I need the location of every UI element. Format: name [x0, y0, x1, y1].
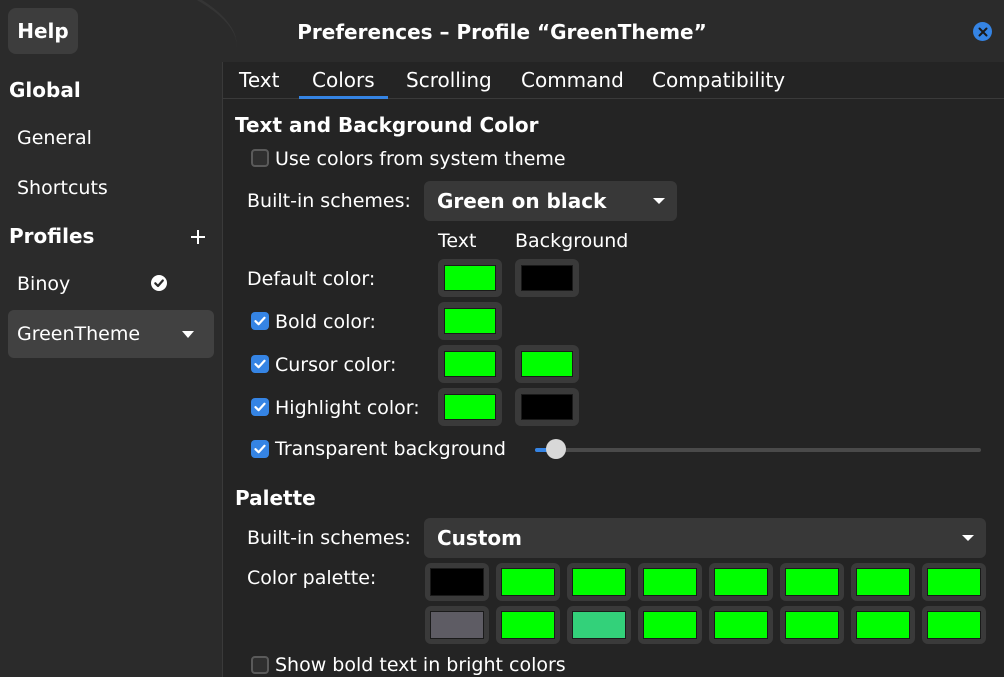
palette-color-fill	[643, 568, 697, 596]
use-system-colors-checkbox[interactable]	[251, 149, 269, 167]
palette-color-fill	[430, 568, 484, 596]
close-icon	[978, 27, 987, 36]
add-profile-button[interactable]	[188, 227, 208, 247]
default-background-color-button[interactable]	[515, 259, 579, 297]
bold-color-label: Bold color:	[275, 311, 376, 333]
palette-color-button[interactable]	[780, 606, 844, 644]
cursor-color-label: Cursor color:	[275, 354, 397, 376]
checkmark-icon	[254, 402, 266, 412]
palette-color-fill	[785, 568, 839, 596]
default-check-icon	[150, 274, 168, 292]
palette-color-fill	[927, 611, 981, 639]
tab-command[interactable]: Command	[521, 68, 624, 98]
palette-builtin-schemes-dropdown[interactable]: Custom	[424, 518, 986, 558]
builtin-schemes-label: Built-in schemes:	[247, 190, 411, 212]
highlight-background-color-button[interactable]	[515, 388, 579, 426]
bold-color-checkbox[interactable]	[251, 312, 269, 330]
palette-color-button[interactable]	[851, 606, 915, 644]
tab-text[interactable]: Text	[239, 68, 279, 98]
palette-builtin-schemes-value: Custom	[437, 526, 522, 550]
highlight-color-checkbox[interactable]	[251, 398, 269, 416]
global-heading: Global	[9, 78, 81, 102]
transparency-slider[interactable]	[535, 448, 981, 452]
palette-builtin-schemes-label: Built-in schemes:	[247, 527, 411, 549]
background-decoration	[51, 0, 249, 62]
palette-section-title: Palette	[235, 486, 316, 510]
default-color-label: Default color:	[247, 268, 376, 290]
builtin-schemes-value: Green on black	[437, 189, 607, 213]
palette-color-button[interactable]	[567, 606, 631, 644]
preferences-content: Text Colors Scrolling Command Compatibil…	[223, 62, 1004, 677]
cursor-background-color-button[interactable]	[515, 345, 579, 383]
use-system-colors-label: Use colors from system theme	[275, 148, 566, 170]
transparent-background-label: Transparent background	[275, 438, 506, 460]
help-button[interactable]: Help	[8, 8, 78, 54]
palette-color-button[interactable]	[922, 606, 986, 644]
palette-color-button[interactable]	[851, 563, 915, 601]
palette-color-fill	[430, 611, 484, 639]
sidebar-item-general[interactable]: General	[8, 114, 214, 162]
transparent-background-checkbox[interactable]	[251, 440, 269, 458]
palette-color-fill	[927, 568, 981, 596]
checkmark-icon	[254, 444, 266, 454]
chevron-down-icon	[653, 198, 665, 204]
palette-color-button[interactable]	[709, 606, 773, 644]
palette-color-fill	[572, 568, 626, 596]
highlight-color-label: Highlight color:	[275, 397, 420, 419]
bold-text-color-button[interactable]	[438, 302, 502, 340]
tab-colors[interactable]: Colors	[299, 68, 388, 99]
column-header-background: Background	[515, 230, 629, 252]
palette-color-fill	[714, 568, 768, 596]
sidebar-item-shortcuts[interactable]: Shortcuts	[8, 164, 214, 212]
tab-bar: Text Colors Scrolling Command Compatibil…	[223, 62, 1004, 99]
sidebar-item-greentheme[interactable]: GreenTheme	[8, 310, 214, 358]
sidebar-item-binoy[interactable]: Binoy	[8, 260, 214, 308]
profiles-heading: Profiles	[9, 224, 95, 248]
sidebar-item-label: General	[17, 127, 92, 149]
column-header-text: Text	[438, 230, 477, 252]
palette-color-button[interactable]	[496, 606, 560, 644]
chevron-down-icon	[962, 535, 974, 541]
header-bar: Help Preferences – Profile “GreenTheme”	[0, 0, 1004, 62]
palette-color-fill	[501, 568, 555, 596]
palette-color-fill	[785, 611, 839, 639]
close-button[interactable]	[973, 22, 992, 41]
palette-color-button[interactable]	[567, 563, 631, 601]
highlight-text-color-button[interactable]	[438, 388, 502, 426]
palette-color-button[interactable]	[425, 606, 489, 644]
transparency-slider-handle[interactable]	[546, 439, 566, 459]
sidebar-item-label: Shortcuts	[17, 177, 108, 199]
sidebar: Global General Shortcuts Profiles Binoy …	[0, 62, 223, 677]
sidebar-item-label: Binoy	[17, 273, 71, 295]
palette-color-fill	[572, 611, 626, 639]
palette-color-fill	[501, 611, 555, 639]
palette-color-button[interactable]	[709, 563, 773, 601]
menu-arrow-icon[interactable]	[181, 330, 195, 338]
bold-bright-checkbox[interactable]	[251, 656, 269, 674]
cursor-text-color-button[interactable]	[438, 345, 502, 383]
palette-color-fill	[856, 568, 910, 596]
sidebar-item-label: GreenTheme	[17, 323, 141, 345]
color-palette-label: Color palette:	[247, 567, 377, 589]
palette-color-button[interactable]	[780, 563, 844, 601]
builtin-schemes-dropdown[interactable]: Green on black	[424, 181, 677, 221]
text-bg-section-title: Text and Background Color	[235, 113, 539, 137]
palette-color-button[interactable]	[638, 563, 702, 601]
palette-color-fill	[856, 611, 910, 639]
tab-scrolling[interactable]: Scrolling	[406, 68, 492, 98]
palette-color-button[interactable]	[425, 563, 489, 601]
palette-color-fill	[714, 611, 768, 639]
checkmark-icon	[254, 316, 266, 326]
tab-compatibility[interactable]: Compatibility	[652, 68, 785, 98]
cursor-color-checkbox[interactable]	[251, 355, 269, 373]
checkmark-icon	[254, 359, 266, 369]
palette-color-button[interactable]	[638, 606, 702, 644]
palette-color-button[interactable]	[496, 563, 560, 601]
bold-bright-label: Show bold text in bright colors	[275, 654, 566, 676]
palette-color-button[interactable]	[922, 563, 986, 601]
palette-color-fill	[643, 611, 697, 639]
default-text-color-button[interactable]	[438, 259, 502, 297]
plus-icon	[191, 230, 205, 244]
